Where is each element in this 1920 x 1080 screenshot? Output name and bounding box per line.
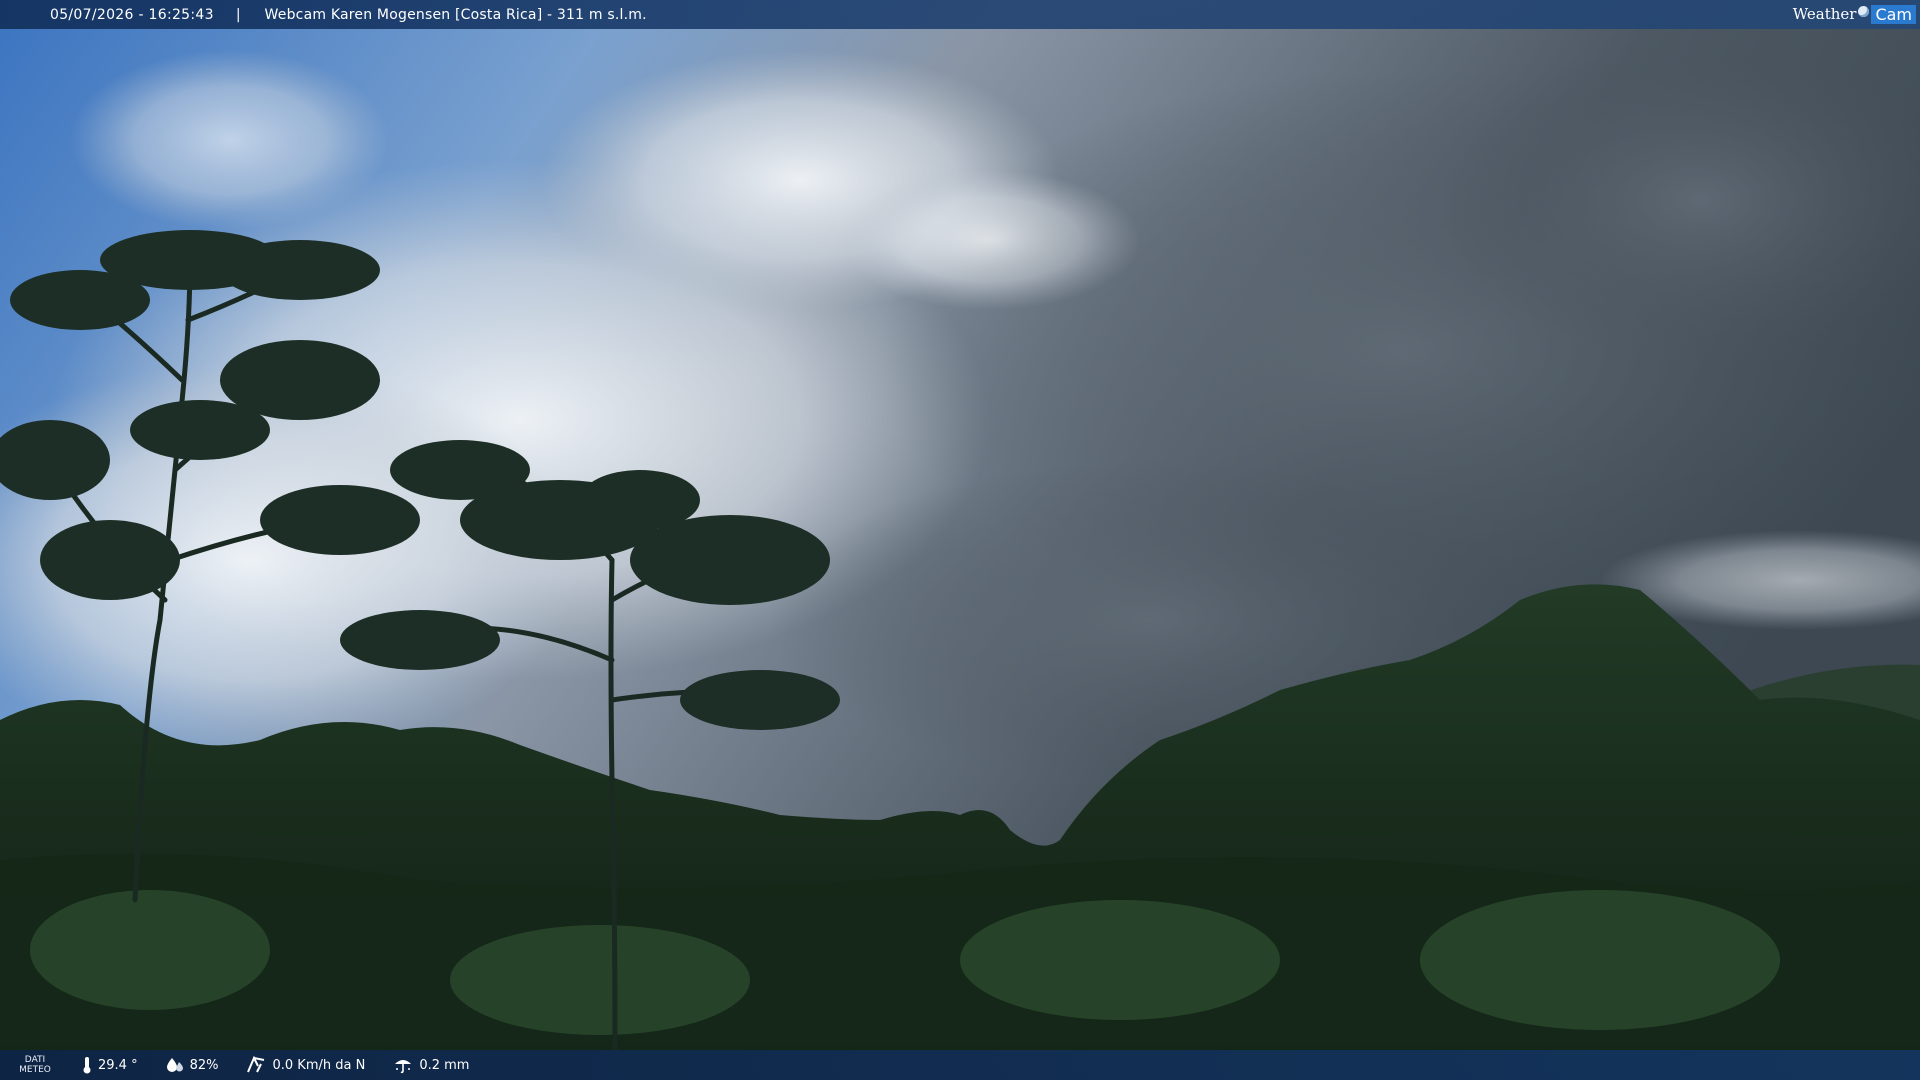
wind-stat: 0.0 Km/h da N: [246, 1056, 365, 1074]
weathercam-logo[interactable]: Weather Cam: [1793, 3, 1916, 25]
webcam-image: [0, 0, 1920, 1080]
webcam-title: Webcam Karen Mogensen [Costa Rica] - 311…: [264, 6, 647, 23]
temperature-value: 29.4 °: [98, 1057, 138, 1073]
temperature-stat: 29.4 °: [82, 1056, 138, 1074]
weather-data-bar: DATI METEO 29.4 ° 82% 0.0 Km/h da N 0.2 …: [0, 1050, 1920, 1080]
logo-text-weather: Weather: [1792, 5, 1857, 23]
wind-value: 0.0 Km/h da N: [272, 1057, 366, 1073]
header-separator: |: [235, 6, 241, 23]
meteo-label-line2: METEO: [19, 1065, 51, 1075]
rain-icon: [395, 1060, 412, 1074]
rain-value: 0.2 mm: [419, 1057, 470, 1073]
wind-icon: [247, 1056, 265, 1073]
meteo-label-line1: DATI: [24, 1055, 46, 1065]
header-bar: 05/07/2026 - 16:25:43 | Webcam Karen Mog…: [0, 0, 1920, 29]
rain-stat: 0.2 mm: [393, 1056, 469, 1074]
logo-globe-icon: [1858, 5, 1870, 17]
webcam-frame: 05/07/2026 - 16:25:43 | Webcam Karen Mog…: [0, 0, 1920, 1080]
timestamp: 05/07/2026 - 16:25:43: [50, 6, 214, 23]
humidity-value: 82%: [189, 1057, 219, 1073]
logo-text-cam: Cam: [1871, 4, 1916, 24]
humidity-stat: 82%: [166, 1057, 219, 1073]
dati-meteo-label: DATI METEO: [16, 1055, 54, 1075]
thermometer-icon: [83, 1057, 91, 1074]
humidity-drop-icon: [166, 1058, 183, 1072]
